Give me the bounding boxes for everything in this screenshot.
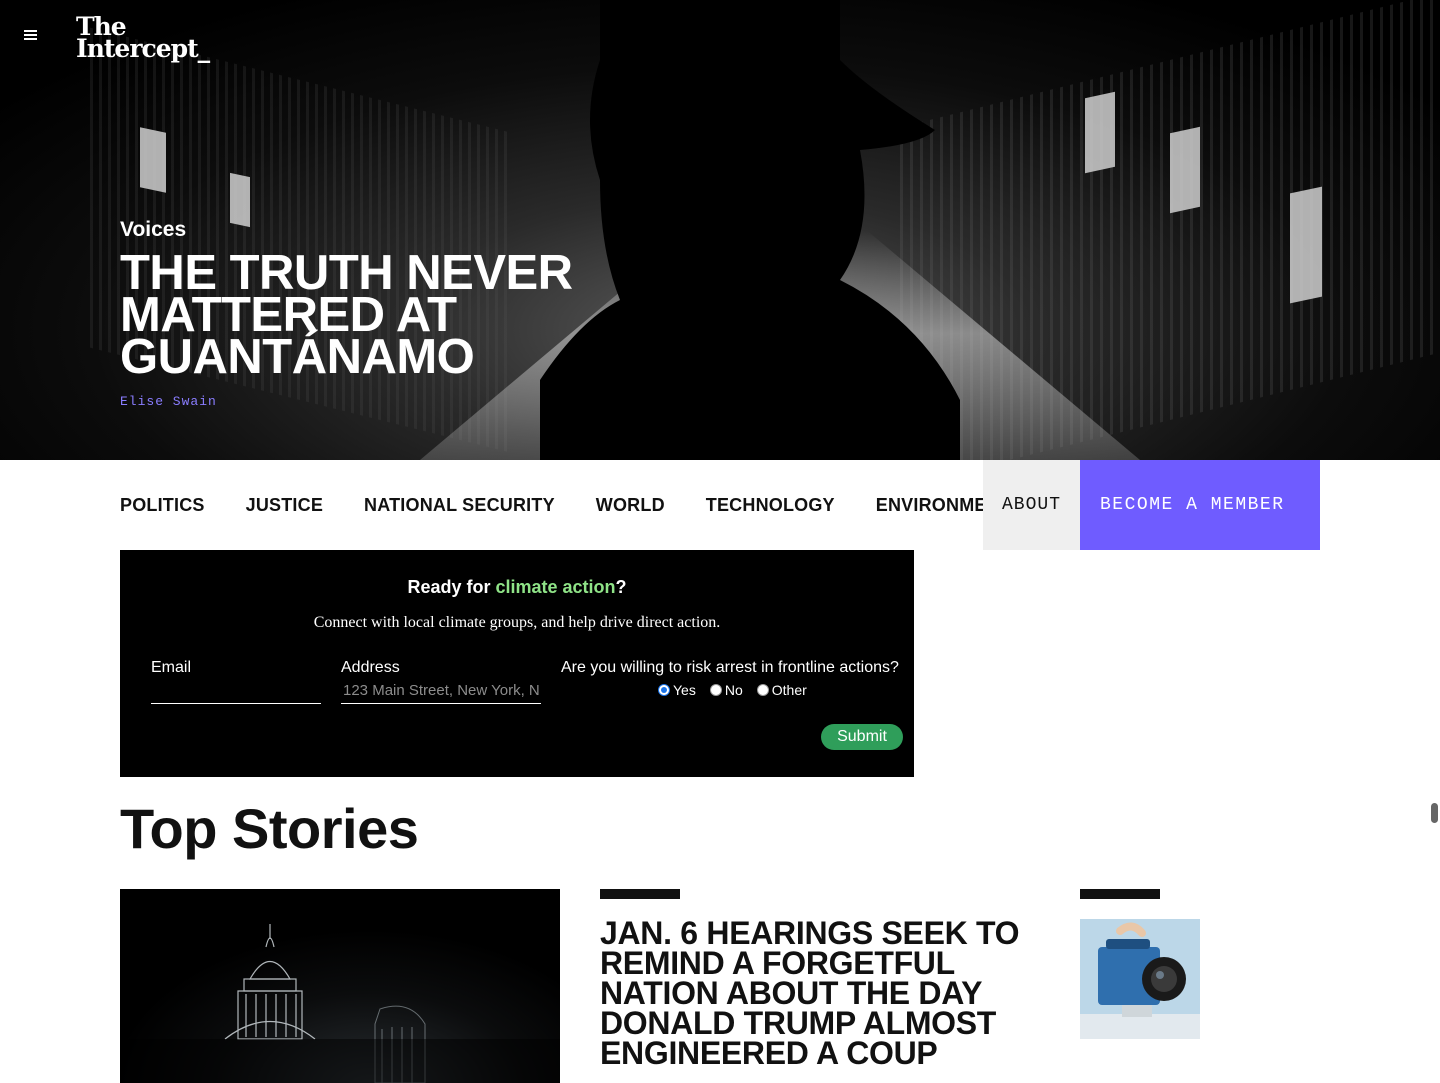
hero-kicker[interactable]: Voices (120, 218, 640, 242)
climate-action-form: Ready for climate action? Connect with l… (120, 550, 914, 777)
hamburger-menu-icon[interactable] (24, 28, 42, 46)
submit-button[interactable]: Submit (821, 724, 903, 750)
story-divider-bar (600, 889, 680, 899)
nav-item-justice[interactable]: JUSTICE (246, 495, 323, 516)
hero-image-door (1170, 126, 1200, 214)
nav-items: POLITICS JUSTICE NATIONAL SECURITY WORLD… (120, 460, 984, 550)
address-field[interactable] (341, 678, 541, 704)
nav-item-national-security[interactable]: NATIONAL SECURITY (364, 495, 555, 516)
hero-image-door (1085, 91, 1115, 174)
arrest-options: Yes No Other (658, 682, 821, 698)
capitol-dome-image (120, 924, 560, 1083)
lead-story-headline[interactable]: JAN. 6 HEARINGS SEEK TO REMIND A FORGETF… (600, 917, 1040, 1069)
climate-form-subtitle: Connect with local climate groups, and h… (313, 614, 721, 631)
section-nav: POLITICS JUSTICE NATIONAL SECURITY WORLD… (0, 460, 1440, 550)
camera-device-image (1080, 919, 1200, 1039)
hero-image-door (1290, 186, 1322, 304)
nav-item-environment[interactable]: ENVIRONMENT (876, 495, 984, 516)
climate-form-title: Ready for climate action? (120, 577, 914, 598)
option-yes-label: Yes (673, 682, 696, 698)
climate-title-highlight: climate action (495, 577, 616, 597)
email-field[interactable] (151, 678, 321, 704)
story-thumbnail[interactable] (1080, 919, 1200, 1039)
climate-title-pre: Ready for (407, 577, 496, 597)
address-label: Address (341, 659, 400, 676)
nav-item-politics[interactable]: POLITICS (120, 495, 205, 516)
option-no-radio[interactable] (709, 684, 722, 696)
become-member-button[interactable]: BECOME A MEMBER (1080, 460, 1320, 550)
logo-line-2: Intercept_ (76, 34, 210, 63)
nav-item-world[interactable]: WORLD (596, 495, 665, 516)
email-label: Email (151, 659, 192, 676)
lead-story-image[interactable] (120, 889, 560, 1083)
about-button[interactable]: ABOUT (983, 460, 1080, 550)
top-stories-heading: Top Stories (120, 797, 419, 860)
hero-author[interactable]: Elise Swain (120, 394, 640, 409)
arrest-question: Are you willing to risk arrest in frontl… (561, 659, 899, 676)
story-divider-bar (1080, 889, 1160, 899)
site-logo[interactable]: The Intercept_ (76, 14, 210, 63)
hero-text: Voices THE TRUTH NEVER MATTERED AT GUANT… (120, 218, 640, 409)
option-no-label: No (724, 682, 743, 698)
hero-image-door (140, 127, 166, 193)
scrollbar-thumb[interactable] (1431, 803, 1438, 823)
climate-title-post: ? (615, 577, 627, 597)
hero-headline[interactable]: THE TRUTH NEVER MATTERED AT GUANTÁNAMO (120, 249, 640, 382)
nav-item-technology[interactable]: TECHNOLOGY (706, 495, 835, 516)
option-other-label: Other (771, 682, 807, 698)
top-bar: The Intercept_ (0, 0, 1440, 80)
option-other-radio[interactable] (756, 684, 769, 696)
option-yes-radio[interactable] (658, 684, 670, 696)
